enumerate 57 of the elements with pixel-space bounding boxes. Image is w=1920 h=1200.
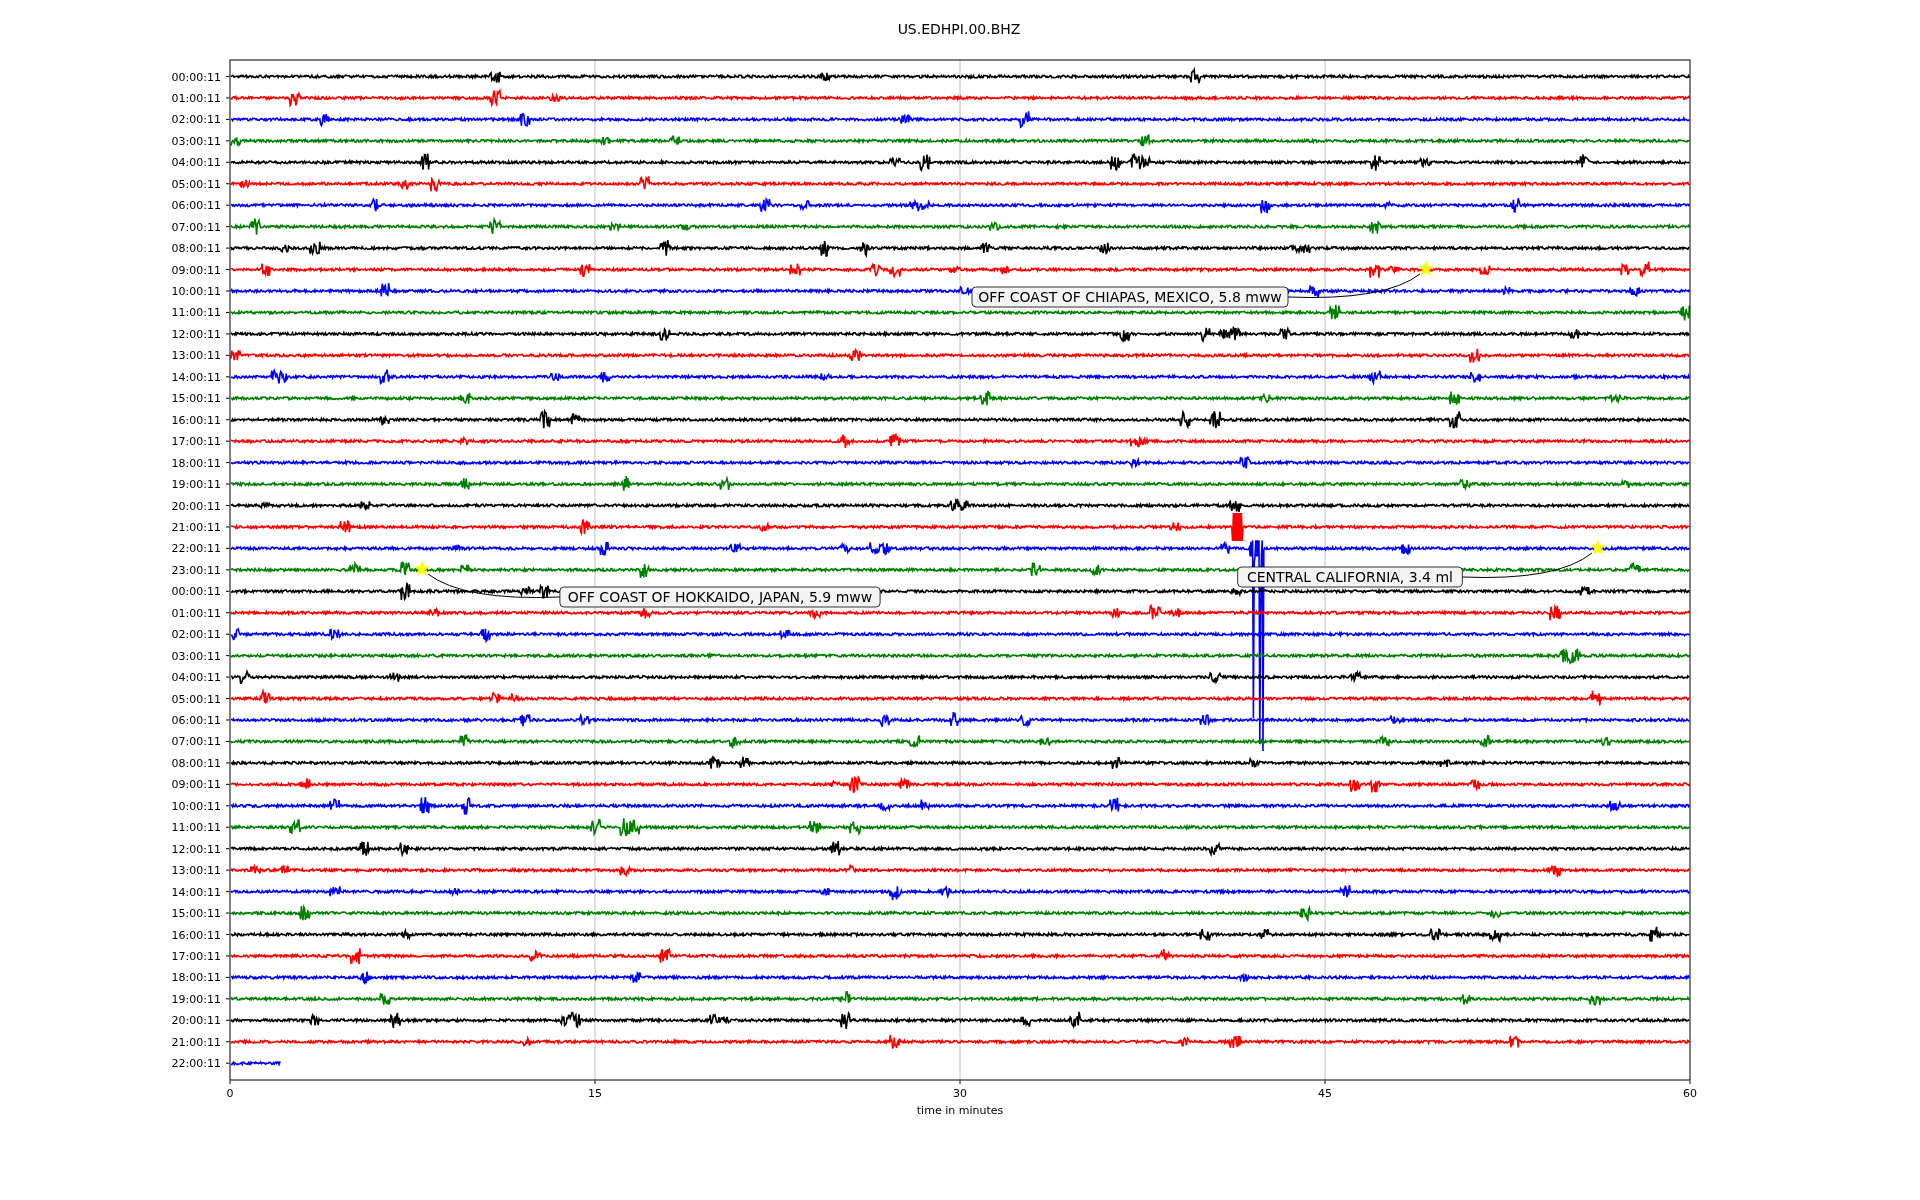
y-tick-label: 04:00:11 xyxy=(171,156,221,170)
y-tick-label: 16:00:11 xyxy=(171,413,221,427)
event-label: OFF COAST OF HOKKAIDO, JAPAN, 5.9 mww xyxy=(559,586,881,608)
y-tick-label: 08:00:11 xyxy=(171,756,221,770)
x-tick-label: 45 xyxy=(1318,1087,1332,1100)
y-tick-label: 08:00:11 xyxy=(171,242,221,256)
y-tick-label: 15:00:11 xyxy=(171,392,221,406)
y-tick-label: 18:00:11 xyxy=(171,971,221,985)
y-tick-label: 00:00:11 xyxy=(171,585,221,599)
y-tick-label: 05:00:11 xyxy=(171,692,221,706)
y-tick-label: 18:00:11 xyxy=(171,456,221,470)
y-tick-label: 20:00:11 xyxy=(171,1014,221,1028)
y-tick-label: 07:00:11 xyxy=(171,220,221,234)
y-tick-label: 21:00:11 xyxy=(171,1035,221,1049)
y-tick-label: 23:00:11 xyxy=(171,563,221,577)
x-tick-label: 15 xyxy=(588,1087,602,1100)
y-tick-label: 22:00:11 xyxy=(171,542,221,556)
y-tick-label: 07:00:11 xyxy=(171,735,221,749)
event-label: CENTRAL CALIFORNIA, 3.4 ml xyxy=(1237,566,1463,588)
y-tick-label: 14:00:11 xyxy=(171,370,221,384)
y-tick-label: 11:00:11 xyxy=(171,821,221,835)
y-tick-label: 04:00:11 xyxy=(171,671,221,685)
y-tick-label: 02:00:11 xyxy=(171,113,221,127)
chart-title: US.EDHPI.00.BHZ xyxy=(897,21,1021,37)
y-tick-label: 05:00:11 xyxy=(171,177,221,191)
y-tick-label: 03:00:11 xyxy=(171,134,221,148)
x-tick-label: 0 xyxy=(226,1087,234,1100)
y-tick-label: 17:00:11 xyxy=(171,435,221,449)
y-tick-label: 16:00:11 xyxy=(171,928,221,942)
y-tick-label: 00:00:11 xyxy=(171,70,221,84)
y-tick-label: 06:00:11 xyxy=(171,199,221,213)
axis-label: time in minutes xyxy=(916,1104,1004,1117)
y-tick-label: 12:00:11 xyxy=(171,842,221,856)
y-tick-label: 01:00:11 xyxy=(171,91,221,105)
y-tick-label: 13:00:11 xyxy=(171,349,221,363)
x-tick-label: 30 xyxy=(953,1087,967,1100)
y-tick-label: 19:00:11 xyxy=(171,478,221,492)
y-tick-label: 21:00:11 xyxy=(171,520,221,534)
y-tick-label: 02:00:11 xyxy=(171,628,221,642)
y-tick-label: 19:00:11 xyxy=(171,992,221,1006)
y-tick-label: 10:00:11 xyxy=(171,285,221,298)
y-tick-label: 03:00:11 xyxy=(171,649,221,663)
y-tick-label: 09:00:11 xyxy=(171,778,221,792)
y-tick-label: 09:00:11 xyxy=(171,263,221,277)
y-tick-label: 06:00:11 xyxy=(171,714,221,727)
y-tick-label: 14:00:11 xyxy=(171,885,221,899)
y-tick-label: 10:00:11 xyxy=(171,799,221,813)
x-tick-label: 60 xyxy=(1683,1087,1697,1100)
y-tick-label: 15:00:11 xyxy=(171,907,221,921)
y-tick-label: 22:00:11 xyxy=(171,1057,221,1071)
y-tick-label: 01:00:11 xyxy=(171,606,221,620)
y-tick-label: 17:00:11 xyxy=(171,949,221,963)
y-tick-label: 12:00:11 xyxy=(171,327,221,341)
y-tick-label: 20:00:11 xyxy=(171,499,221,513)
event-label: OFF COAST OF CHIAPAS, MEXICO, 5.8 mww xyxy=(971,286,1289,308)
y-tick-label: 13:00:11 xyxy=(171,864,221,878)
y-tick-label: 11:00:11 xyxy=(171,306,221,320)
